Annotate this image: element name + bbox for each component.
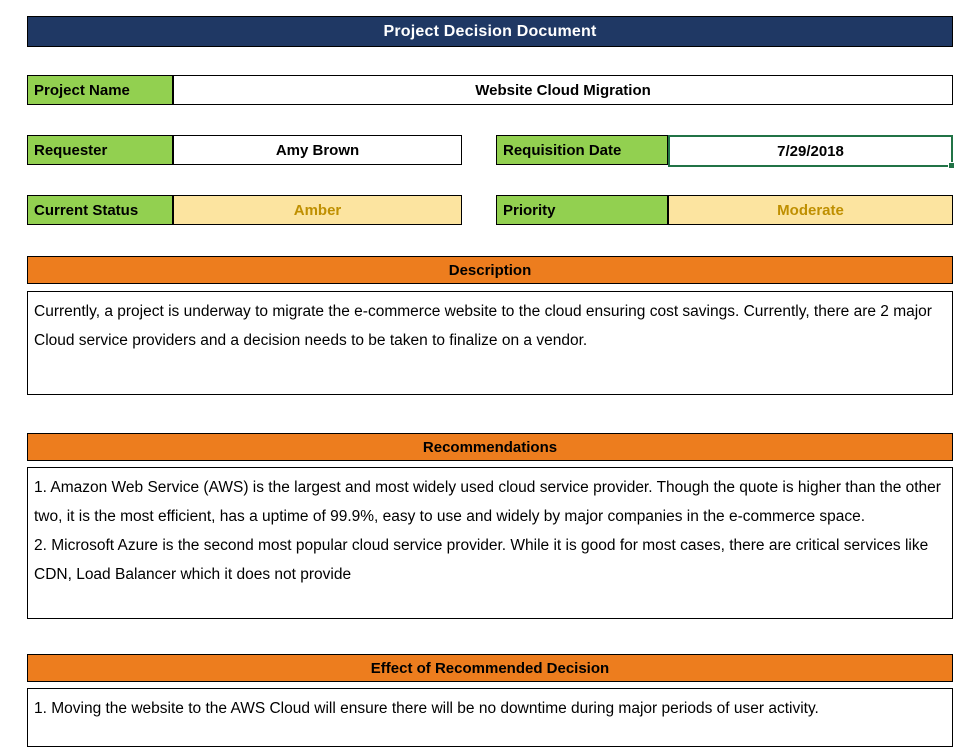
- requisition-date-text: 7/29/2018: [777, 142, 844, 160]
- priority-value[interactable]: Moderate: [668, 195, 953, 225]
- requisition-date-label: Requisition Date: [496, 135, 668, 165]
- recommendations-section-header: Recommendations: [27, 433, 953, 461]
- current-status-value[interactable]: Amber: [173, 195, 462, 225]
- document-title-bar: Project Decision Document: [27, 16, 953, 47]
- current-status-label: Current Status: [27, 195, 173, 225]
- effect-item-1: 1. Moving the website to the AWS Cloud w…: [34, 700, 819, 717]
- requisition-date-value[interactable]: 7/29/2018: [668, 135, 955, 169]
- effect-section-body[interactable]: 1. Moving the website to the AWS Cloud w…: [27, 688, 953, 747]
- cell-fill-handle[interactable]: [948, 162, 955, 169]
- effect-section-header: Effect of Recommended Decision: [27, 654, 953, 682]
- project-name-value[interactable]: Website Cloud Migration: [173, 75, 953, 105]
- recommendation-item-1: 1. Amazon Web Service (AWS) is the large…: [34, 479, 946, 525]
- description-section-header: Description: [27, 256, 953, 284]
- description-paragraph: Currently, a project is underway to migr…: [34, 303, 937, 349]
- project-name-label: Project Name: [27, 75, 173, 105]
- priority-label: Priority: [496, 195, 668, 225]
- description-section-body[interactable]: Currently, a project is underway to migr…: [27, 291, 953, 395]
- recommendations-section-body[interactable]: 1. Amazon Web Service (AWS) is the large…: [27, 467, 953, 619]
- recommendation-item-2: 2. Microsoft Azure is the second most po…: [34, 537, 933, 583]
- spreadsheet-canvas: Project Decision Document Project Name W…: [0, 0, 970, 747]
- requester-value[interactable]: Amy Brown: [173, 135, 462, 165]
- requester-label: Requester: [27, 135, 173, 165]
